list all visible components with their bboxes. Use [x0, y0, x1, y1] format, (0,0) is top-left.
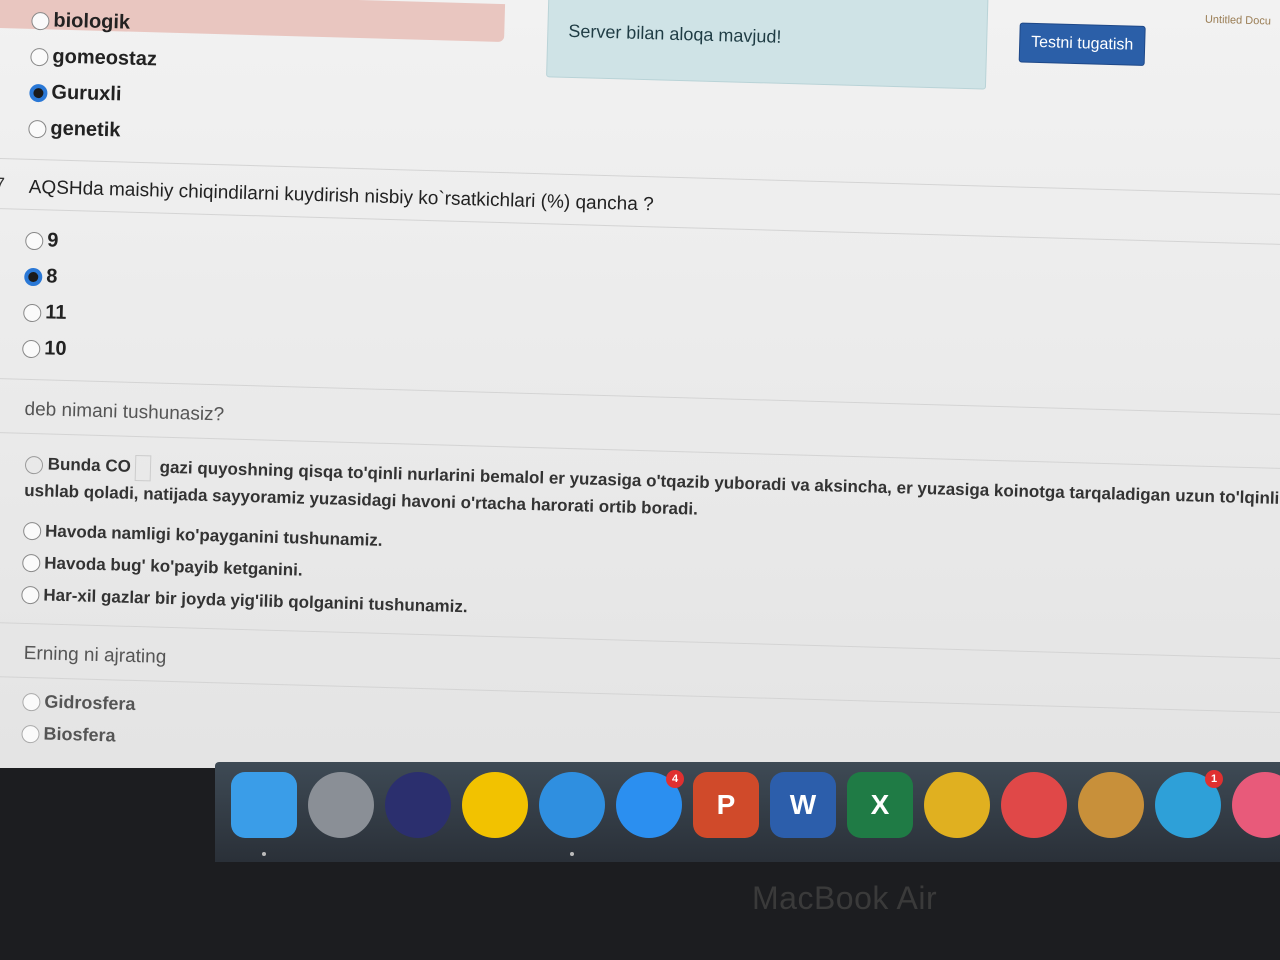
speaker-icon[interactable]: [1078, 772, 1144, 838]
radio-icon[interactable]: [22, 692, 41, 711]
radio-icon[interactable]: [22, 521, 42, 541]
option-namlik[interactable]: Havoda namligi ko'payganini tushunamiz.: [22, 521, 383, 551]
option-greenhouse[interactable]: Bunda CO gazi quyoshning qisqa to'qinli …: [24, 451, 1280, 538]
radio-icon[interactable]: [23, 303, 42, 322]
option-11[interactable]: 11: [23, 301, 67, 325]
finish-test-button[interactable]: Testni tugatish: [1018, 22, 1146, 66]
question-text: deb nimani tushunasiz?: [24, 398, 225, 426]
option-label: Bunda CO: [47, 454, 132, 476]
word-icon[interactable]: W: [770, 772, 836, 838]
app-store-icon[interactable]: 4: [616, 770, 684, 838]
music-icon[interactable]: [1232, 772, 1280, 838]
option-bug[interactable]: Havoda bug' ko'payib ketganini.: [22, 553, 303, 581]
option-10[interactable]: 10: [22, 337, 67, 361]
radio-icon[interactable]: [22, 339, 41, 358]
option-label: 10: [43, 337, 67, 360]
option-label: gomeostaz: [52, 45, 158, 71]
siri-icon[interactable]: [385, 772, 451, 838]
radio-icon[interactable]: [30, 47, 49, 66]
option-label: Gidrosfera: [44, 691, 136, 715]
bezel-label: MacBook Air: [752, 880, 938, 916]
option-label: genetik: [50, 117, 121, 142]
option-label: biologik: [53, 9, 131, 34]
radio-checked-icon[interactable]: [24, 267, 43, 286]
option-label: Havoda bug' ko'payib ketganini.: [44, 553, 303, 580]
option-label: 11: [44, 301, 67, 324]
option-label: Har-xil gazlar bir joyda yig'ilib qolgan…: [43, 585, 468, 617]
option-genetik[interactable]: genetik: [28, 117, 121, 143]
app-letter: P: [716, 789, 736, 820]
option-gomeostaz[interactable]: gomeostaz: [30, 45, 157, 72]
radio-icon[interactable]: [21, 585, 40, 605]
option-8[interactable]: 8: [24, 265, 58, 289]
divider: [0, 621, 1280, 660]
question-text: Erning ni ajrating: [23, 642, 167, 668]
question-number: 7: [0, 173, 6, 195]
laptop-bezel: [0, 862, 1280, 960]
question-text: AQSHda maishiy chiqindilarni kuydirish n…: [28, 176, 654, 216]
running-indicator: [262, 852, 266, 856]
target-icon[interactable]: [1001, 772, 1067, 838]
notification-badge: 4: [666, 770, 684, 788]
excel-icon[interactable]: X: [847, 772, 913, 838]
beeline-icon[interactable]: [462, 772, 528, 838]
radio-icon[interactable]: [21, 724, 40, 743]
radio-icon[interactable]: [28, 119, 47, 138]
radio-icon[interactable]: [31, 11, 50, 30]
radio-icon[interactable]: [25, 231, 44, 250]
subscript-box: [134, 454, 152, 481]
screen: Server bilan aloqa mavjud! Testni tugati…: [0, 0, 1280, 768]
option-label: 8: [45, 265, 58, 288]
option-gazlar[interactable]: Har-xil gazlar bir joyda yig'ilib qolgan…: [21, 585, 468, 617]
radio-icon[interactable]: [22, 553, 41, 573]
dock: 4 P W X 1: [215, 762, 1280, 862]
powerpoint-icon[interactable]: P: [693, 772, 759, 838]
document-tab[interactable]: Untitled Docu: [1205, 14, 1271, 28]
finder-icon[interactable]: [231, 772, 297, 838]
compass-icon[interactable]: [539, 772, 605, 838]
radio-icon[interactable]: [24, 455, 44, 474]
option-9[interactable]: 9: [25, 229, 59, 253]
telegram-icon[interactable]: 1: [1155, 770, 1223, 838]
server-status-alert: Server bilan aloqa mavjud!: [546, 0, 989, 90]
divider: [0, 675, 1280, 714]
app-letter: X: [870, 789, 890, 820]
option-biologik[interactable]: biologik: [31, 9, 130, 35]
option-label: Havoda namligi ko'payganini tushunamiz.: [44, 521, 383, 550]
option-label: Biosfera: [43, 723, 116, 746]
option-label: Guruxli: [51, 81, 122, 106]
running-indicator: [570, 852, 574, 856]
rocket-icon[interactable]: [308, 772, 374, 838]
server-status-text: Server bilan aloqa mavjud!: [568, 20, 782, 47]
chrome-icon[interactable]: [924, 772, 990, 838]
notification-badge: 1: [1205, 770, 1223, 788]
radio-checked-icon[interactable]: [29, 83, 48, 102]
option-gidrosfera[interactable]: Gidrosfera: [22, 691, 136, 715]
option-label: 9: [46, 229, 59, 252]
option-biosfera[interactable]: Biosfera: [21, 723, 116, 747]
test-page: Server bilan aloqa mavjud! Testni tugati…: [0, 0, 1280, 768]
app-letter: W: [789, 789, 817, 820]
option-guruxli[interactable]: Guruxli: [29, 81, 122, 107]
